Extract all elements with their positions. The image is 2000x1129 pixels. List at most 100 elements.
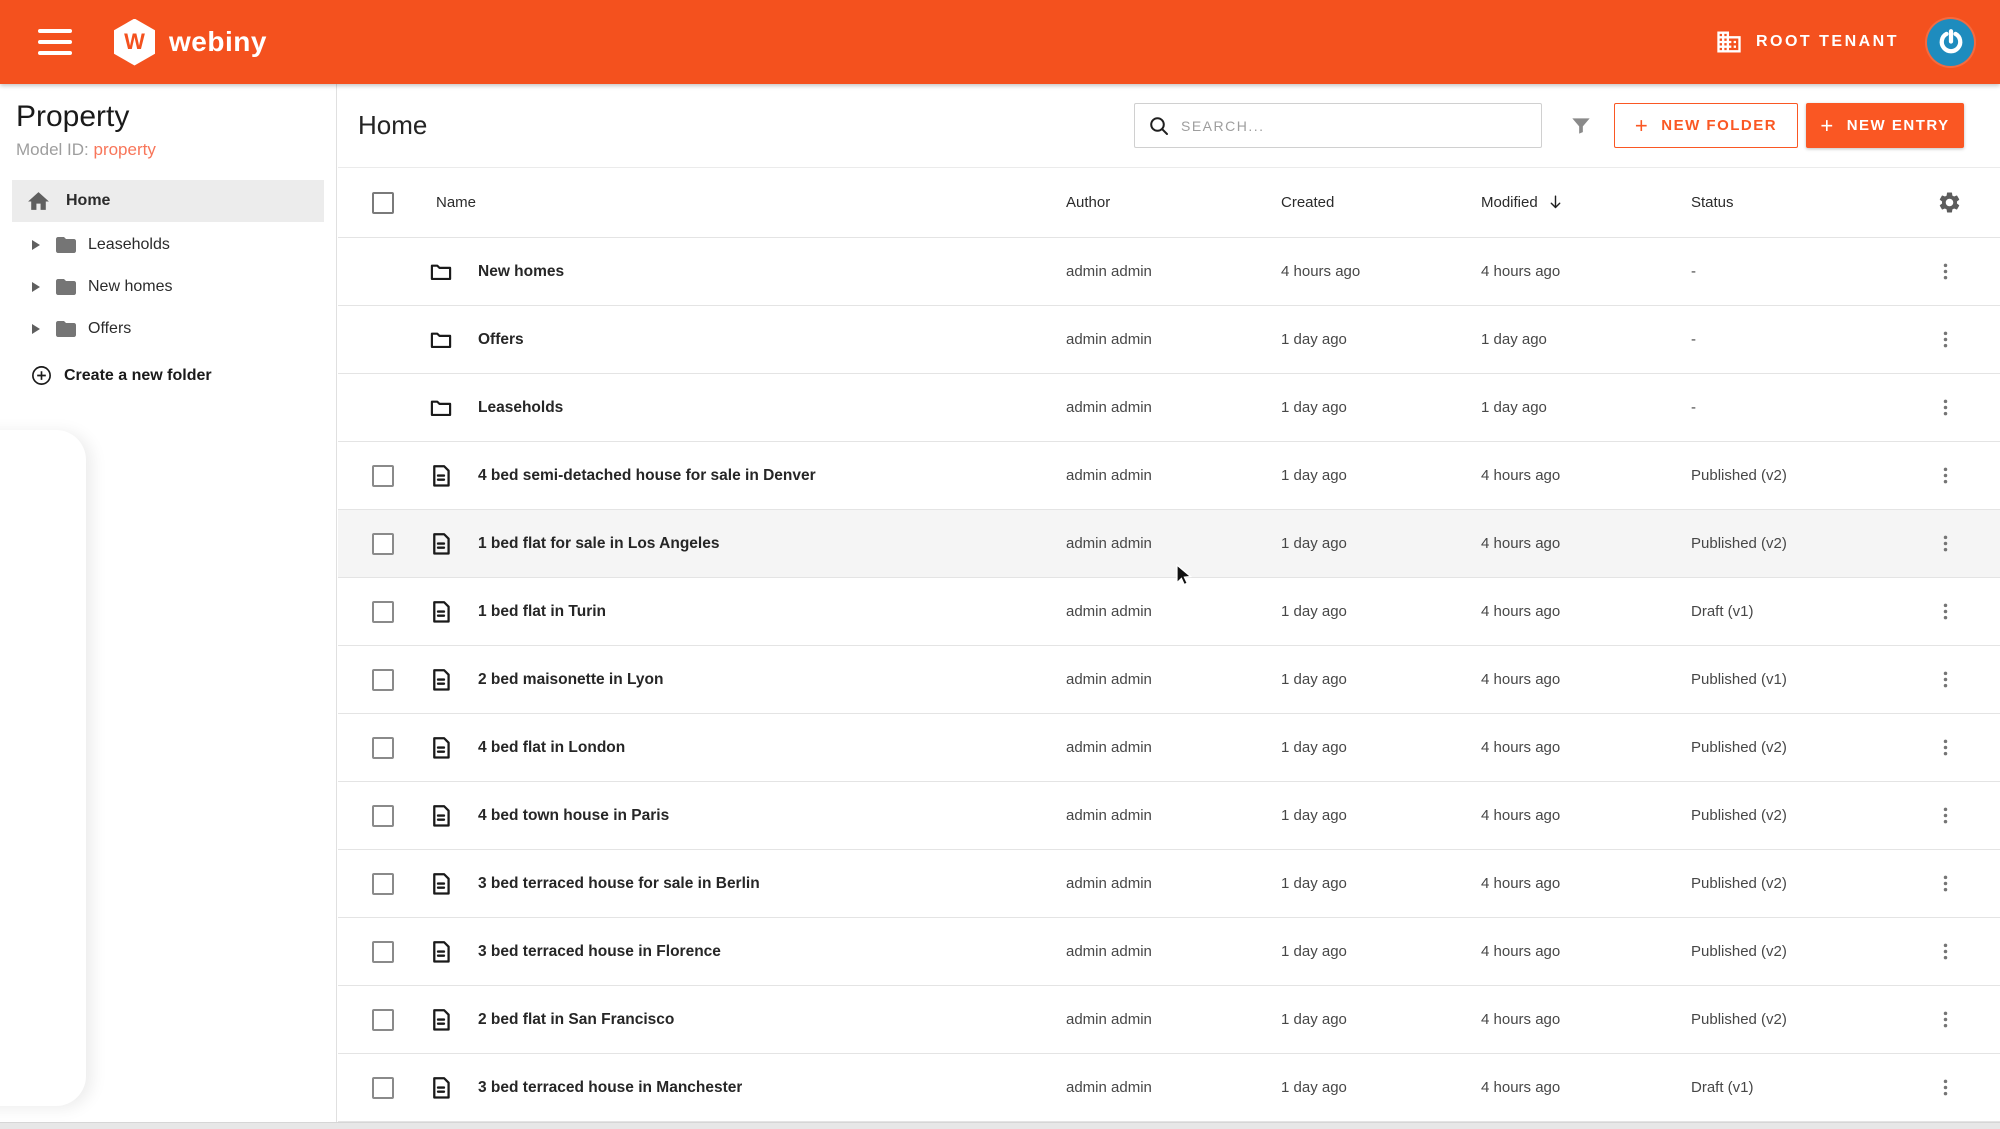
row-modified: 4 hours ago [1481, 875, 1691, 892]
row-status: Published (v2) [1691, 807, 1891, 824]
filter-button[interactable] [1564, 109, 1598, 143]
row-modified: 1 day ago [1481, 331, 1691, 348]
row-author: admin admin [1066, 807, 1281, 824]
row-actions-menu-button[interactable] [1935, 533, 1964, 554]
kebab-menu-icon [1935, 397, 1956, 418]
row-author: admin admin [1066, 1011, 1281, 1028]
table-settings-button[interactable] [1937, 190, 1964, 215]
new-folder-button[interactable]: + NEW FOLDER [1614, 103, 1798, 148]
webiny-hexagon-icon: W [114, 19, 155, 66]
row-actions-menu-button[interactable] [1935, 1077, 1964, 1098]
table-row[interactable]: 4 bed flat in London admin admin 1 day a… [338, 714, 2000, 782]
table-row[interactable]: 4 bed semi-detached house for sale in De… [338, 442, 2000, 510]
row-actions-menu-button[interactable] [1935, 805, 1964, 826]
column-header-created[interactable]: Created [1281, 194, 1481, 211]
row-name[interactable]: 3 bed terraced house in Manchester [478, 1079, 742, 1097]
row-actions-menu-button[interactable] [1935, 329, 1964, 350]
expand-chevron-icon[interactable] [32, 324, 40, 334]
sidebar-item-home[interactable]: Home [12, 180, 324, 222]
row-created: 1 day ago [1281, 943, 1481, 960]
column-header-modified[interactable]: Modified [1481, 193, 1691, 212]
row-checkbox[interactable] [372, 669, 394, 691]
kebab-menu-icon [1935, 533, 1956, 554]
row-modified: 4 hours ago [1481, 263, 1691, 280]
row-actions-menu-button[interactable] [1935, 669, 1964, 690]
row-name[interactable]: 2 bed flat in San Francisco [478, 1011, 674, 1029]
table-row[interactable]: 3 bed terraced house in Manchester admin… [338, 1054, 2000, 1122]
row-actions-menu-button[interactable] [1935, 737, 1964, 758]
row-actions-menu-button[interactable] [1935, 397, 1964, 418]
search-icon [1147, 114, 1171, 138]
search-input[interactable] [1181, 118, 1529, 134]
table-row[interactable]: Offers admin admin 1 day ago 1 day ago - [338, 306, 2000, 374]
row-checkbox[interactable] [372, 805, 394, 827]
row-name[interactable]: 3 bed terraced house for sale in Berlin [478, 875, 760, 893]
row-actions-menu-button[interactable] [1935, 601, 1964, 622]
table-row[interactable]: New homes admin admin 4 hours ago 4 hour… [338, 238, 2000, 306]
column-header-name[interactable]: Name [428, 194, 1066, 211]
create-folder-button[interactable]: Create a new folder [0, 364, 336, 387]
row-checkbox[interactable] [372, 465, 394, 487]
tenant-selector[interactable]: ROOT TENANT [1715, 28, 1899, 56]
column-header-status[interactable]: Status [1691, 194, 1891, 211]
row-author: admin admin [1066, 1079, 1281, 1096]
table-row[interactable]: 1 bed flat for sale in Los Angeles admin… [338, 510, 2000, 578]
row-actions-menu-button[interactable] [1935, 873, 1964, 894]
row-modified: 4 hours ago [1481, 467, 1691, 484]
table-row[interactable]: 2 bed maisonette in Lyon admin admin 1 d… [338, 646, 2000, 714]
sidebar-folder-item[interactable]: Leaseholds [0, 224, 336, 266]
table-row[interactable]: 2 bed flat in San Francisco admin admin … [338, 986, 2000, 1054]
row-author: admin admin [1066, 739, 1281, 756]
expand-chevron-icon[interactable] [32, 282, 40, 292]
content-area: Home + NEW FOLDER + NEW ENTRY Name Autho… [338, 84, 2000, 1122]
table-body: New homes admin admin 4 hours ago 4 hour… [338, 238, 2000, 1122]
user-avatar[interactable] [1927, 19, 1974, 66]
row-name[interactable]: Offers [478, 331, 524, 349]
table-row[interactable]: 3 bed terraced house for sale in Berlin … [338, 850, 2000, 918]
row-actions-menu-button[interactable] [1935, 261, 1964, 282]
row-checkbox[interactable] [372, 737, 394, 759]
row-created: 1 day ago [1281, 807, 1481, 824]
sidebar-folder-item[interactable]: New homes [0, 266, 336, 308]
row-name[interactable]: 4 bed flat in London [478, 739, 625, 757]
hamburger-menu-icon[interactable] [38, 29, 72, 55]
expand-chevron-icon[interactable] [32, 240, 40, 250]
row-checkbox[interactable] [372, 1009, 394, 1031]
row-checkbox[interactable] [372, 873, 394, 895]
row-modified: 4 hours ago [1481, 603, 1691, 620]
table-row[interactable]: Leaseholds admin admin 1 day ago 1 day a… [338, 374, 2000, 442]
row-name[interactable]: 1 bed flat in Turin [478, 603, 606, 621]
column-header-author[interactable]: Author [1066, 194, 1281, 211]
webiny-logo[interactable]: W webiny [114, 19, 267, 66]
table-row[interactable]: 4 bed town house in Paris admin admin 1 … [338, 782, 2000, 850]
row-created: 1 day ago [1281, 671, 1481, 688]
row-actions-menu-button[interactable] [1935, 465, 1964, 486]
sidebar: Property Model ID: property Home Leaseho… [0, 84, 337, 1122]
breadcrumb-title: Home [358, 110, 427, 141]
row-status: - [1691, 263, 1891, 280]
row-modified: 4 hours ago [1481, 943, 1691, 960]
row-status: Published (v2) [1691, 535, 1891, 552]
row-author: admin admin [1066, 943, 1281, 960]
table-row[interactable]: 1 bed flat in Turin admin admin 1 day ag… [338, 578, 2000, 646]
row-created: 1 day ago [1281, 1079, 1481, 1096]
row-name[interactable]: 3 bed terraced house in Florence [478, 943, 721, 961]
row-name[interactable]: 1 bed flat for sale in Los Angeles [478, 535, 719, 553]
row-actions-menu-button[interactable] [1935, 941, 1964, 962]
row-checkbox[interactable] [372, 1077, 394, 1099]
row-name[interactable]: New homes [478, 263, 564, 281]
row-name[interactable]: 4 bed semi-detached house for sale in De… [478, 467, 816, 485]
row-name[interactable]: 2 bed maisonette in Lyon [478, 671, 663, 689]
row-name[interactable]: Leaseholds [478, 399, 563, 417]
table-row[interactable]: 3 bed terraced house in Florence admin a… [338, 918, 2000, 986]
row-actions-menu-button[interactable] [1935, 1009, 1964, 1030]
circled-plus-icon [30, 364, 53, 387]
document-icon [428, 1075, 454, 1101]
new-entry-button[interactable]: + NEW ENTRY [1806, 103, 1964, 148]
row-checkbox[interactable] [372, 941, 394, 963]
row-checkbox[interactable] [372, 601, 394, 623]
row-name[interactable]: 4 bed town house in Paris [478, 807, 669, 825]
select-all-checkbox[interactable] [372, 192, 394, 214]
row-checkbox[interactable] [372, 533, 394, 555]
sidebar-folder-item[interactable]: Offers [0, 308, 336, 350]
